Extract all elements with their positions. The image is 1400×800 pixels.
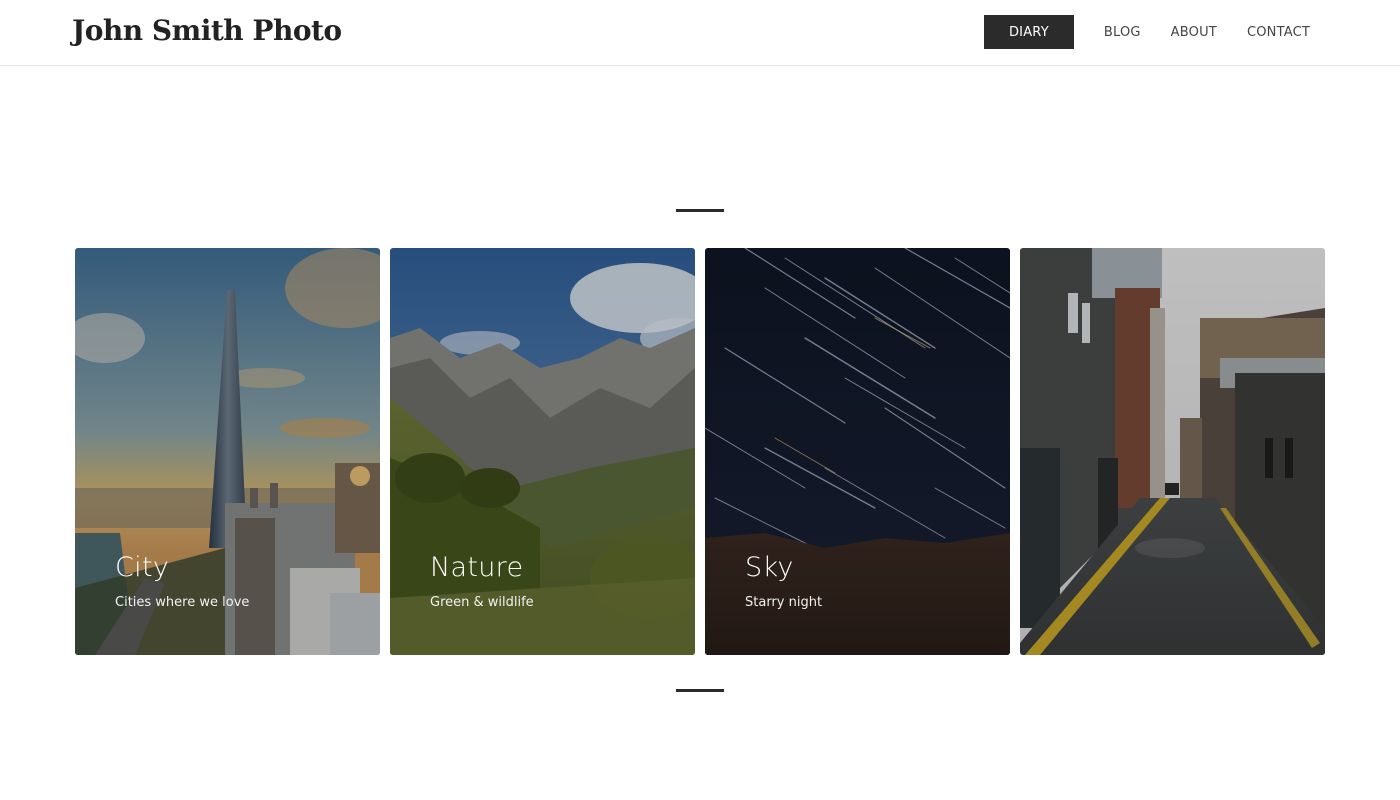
site-header: John Smith Photo DIARY BLOG ABOUT CONTAC… — [0, 0, 1400, 66]
card-overlay — [390, 248, 695, 655]
card-nature[interactable]: Nature Green & wildlife — [390, 248, 695, 655]
card-subtitle: Cities where we love — [115, 595, 250, 610]
section-divider-bottom — [676, 689, 724, 692]
nav-item-contact[interactable]: CONTACT — [1232, 15, 1325, 49]
section-divider-top — [676, 209, 724, 212]
card-overlay — [75, 248, 380, 655]
nav-item-about[interactable]: ABOUT — [1156, 15, 1232, 49]
main-nav: DIARY BLOG ABOUT CONTACT — [983, 15, 1325, 49]
nav-item-blog[interactable]: BLOG — [1089, 15, 1156, 49]
category-cards: City Cities where we love Nature Green &… — [75, 248, 1325, 655]
card-subtitle: Green & wildlife — [430, 595, 534, 610]
card-title: City — [115, 552, 170, 583]
nav-item-diary[interactable]: DIARY — [983, 15, 1074, 49]
card-title: Sky — [745, 552, 794, 583]
card-title: Nature — [430, 552, 524, 583]
card-sky[interactable]: Sky Starry night — [705, 248, 1010, 655]
site-logo[interactable]: John Smith Photo — [72, 14, 342, 47]
card-street[interactable] — [1020, 248, 1325, 655]
card-overlay — [705, 248, 1010, 655]
card-subtitle: Starry night — [745, 595, 823, 610]
card-overlay — [1020, 248, 1325, 655]
card-city[interactable]: City Cities where we love — [75, 248, 380, 655]
